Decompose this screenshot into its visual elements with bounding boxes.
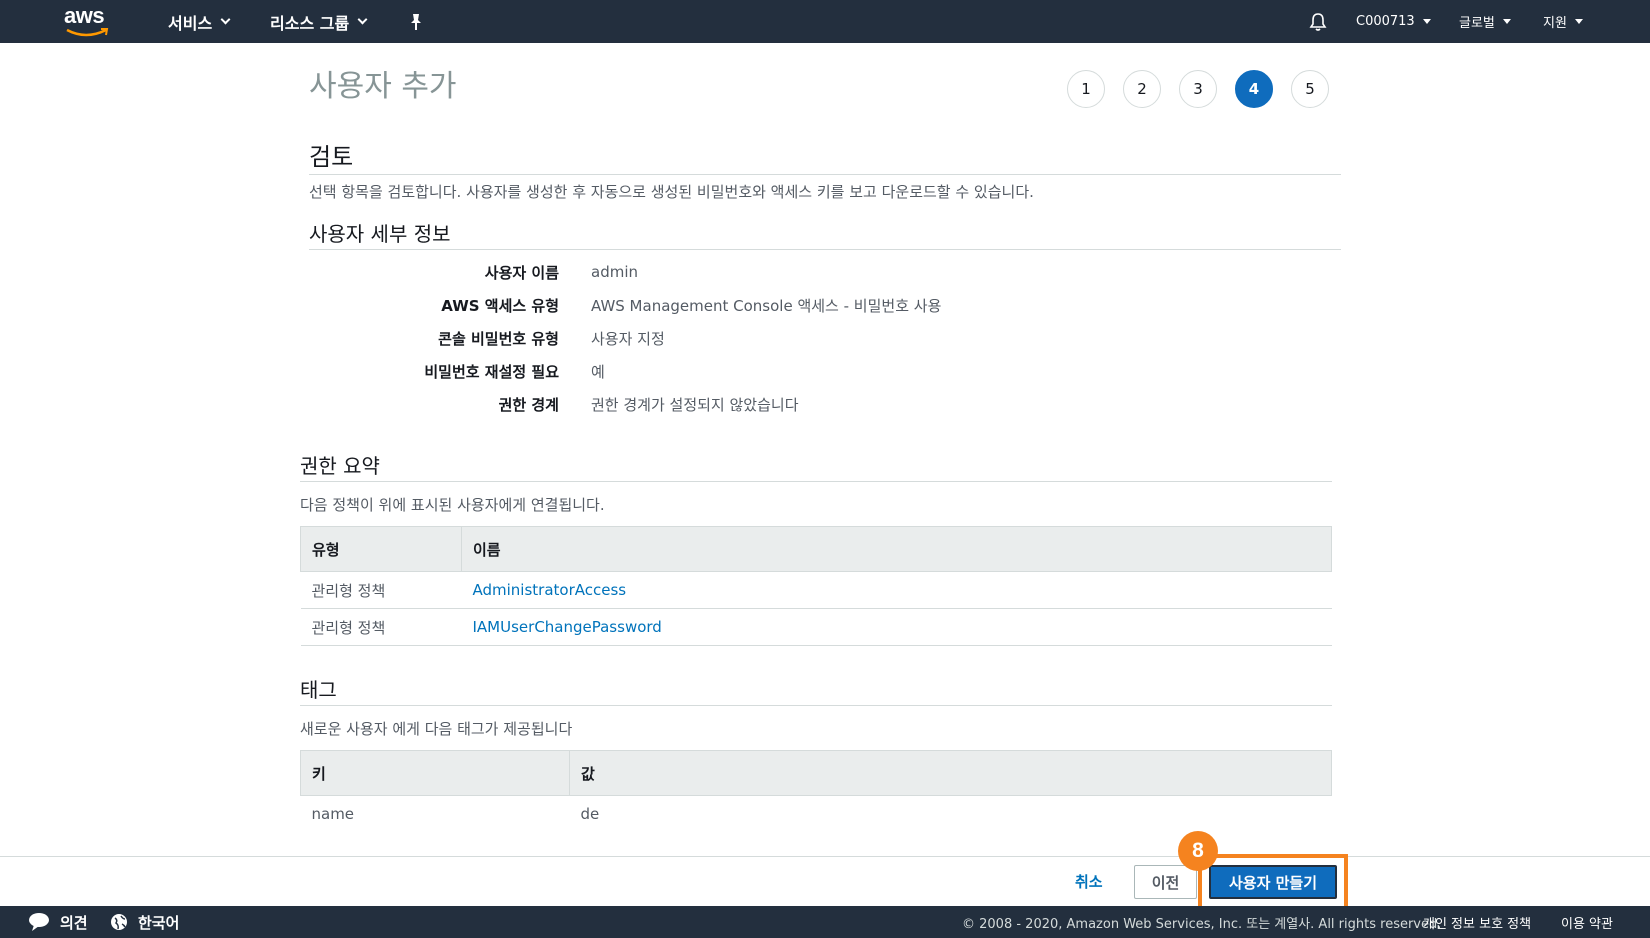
account-label: C000713 bbox=[1356, 14, 1415, 29]
globe-icon bbox=[111, 914, 127, 930]
services-menu[interactable]: 서비스 bbox=[168, 0, 231, 43]
bell-icon[interactable] bbox=[1308, 0, 1328, 43]
table-row: 관리형 정책 AdministratorAccess bbox=[300, 571, 1332, 609]
footer: 의견 한국어 © 2008 - 2020, Amazon Web Service… bbox=[0, 906, 1650, 938]
detail-value-permissions-boundary: 권한 경계가 설정되지 않았습니다 bbox=[591, 396, 799, 414]
tags-description: 새로운 사용자 에게 다음 태그가 제공됩니다 bbox=[300, 720, 573, 738]
privacy-policy-link[interactable]: 개인 정보 보호 정책 bbox=[1423, 906, 1531, 938]
detail-label-username: 사용자 이름 bbox=[484, 264, 559, 282]
speech-bubble-icon bbox=[29, 913, 49, 931]
support-menu[interactable]: 지원 bbox=[1543, 0, 1583, 43]
pin-icon[interactable] bbox=[408, 0, 424, 43]
permissions-description: 다음 정책이 위에 표시된 사용자에게 연결됩니다. bbox=[300, 496, 605, 514]
create-user-button[interactable]: 사용자 만들기 bbox=[1209, 865, 1337, 899]
aws-logo-text: aws bbox=[64, 3, 105, 28]
detail-label-password-reset: 비밀번호 재설정 필요 bbox=[424, 363, 559, 381]
user-details-heading: 사용자 세부 정보 bbox=[309, 222, 451, 246]
wizard-step-3[interactable]: 3 bbox=[1179, 70, 1217, 108]
tags-heading: 태그 bbox=[300, 678, 337, 702]
caret-down-icon bbox=[1574, 19, 1583, 24]
review-heading: 검토 bbox=[309, 143, 354, 171]
page-title: 사용자 추가 bbox=[309, 69, 457, 104]
column-header-value[interactable]: 값 bbox=[569, 750, 1332, 796]
support-label: 지원 bbox=[1543, 16, 1567, 31]
top-navigation: aws 서비스 리소스 그룹 C000713 글로벌 지원 bbox=[0, 0, 1650, 43]
permissions-heading: 권한 요약 bbox=[300, 454, 380, 478]
caret-down-icon bbox=[1502, 19, 1511, 24]
terms-link[interactable]: 이용 약관 bbox=[1561, 906, 1613, 938]
table-row: 관리형 정책 IAMUserChangePassword bbox=[300, 608, 1332, 646]
detail-label-password-type: 콘솔 비밀번호 유형 bbox=[438, 330, 559, 348]
feedback-label: 의견 bbox=[60, 913, 88, 932]
feedback-link[interactable]: 의견 bbox=[28, 906, 88, 938]
cancel-button[interactable]: 취소 bbox=[1075, 871, 1103, 892]
tags-table: 키 값 name de bbox=[300, 750, 1332, 833]
column-header-type[interactable]: 유형 bbox=[300, 526, 462, 572]
step-callout-badge: 8 bbox=[1178, 831, 1218, 871]
divider bbox=[309, 249, 1341, 250]
detail-value-password-reset: 예 bbox=[591, 363, 605, 381]
account-menu[interactable]: C000713 bbox=[1356, 0, 1431, 43]
detail-value-username: admin bbox=[591, 263, 638, 281]
wizard-step-1[interactable]: 1 bbox=[1067, 70, 1105, 108]
wizard-step-5[interactable]: 5 bbox=[1291, 70, 1329, 108]
column-header-key[interactable]: 키 bbox=[300, 750, 570, 796]
chevron-down-icon bbox=[220, 14, 231, 25]
region-menu[interactable]: 글로벌 bbox=[1459, 0, 1511, 43]
aws-logo[interactable]: aws bbox=[64, 5, 112, 39]
wizard-step-4[interactable]: 4 bbox=[1235, 70, 1273, 108]
resource-groups-label: 리소스 그룹 bbox=[270, 13, 350, 33]
language-selector[interactable]: 한국어 bbox=[110, 906, 179, 938]
language-label: 한국어 bbox=[138, 913, 180, 932]
divider bbox=[300, 705, 1332, 706]
chevron-down-icon bbox=[357, 14, 368, 25]
caret-down-icon bbox=[1422, 19, 1431, 24]
previous-button[interactable]: 이전 bbox=[1134, 865, 1197, 899]
services-label: 서비스 bbox=[168, 13, 213, 33]
divider bbox=[300, 481, 1332, 482]
action-bar bbox=[0, 856, 1650, 906]
region-label: 글로벌 bbox=[1459, 16, 1495, 31]
policy-link[interactable]: AdministratorAccess bbox=[461, 571, 1332, 609]
policy-type-cell: 관리형 정책 bbox=[300, 571, 462, 609]
wizard-step-2[interactable]: 2 bbox=[1123, 70, 1161, 108]
detail-value-password-type: 사용자 지정 bbox=[591, 330, 665, 348]
detail-label-permissions-boundary: 권한 경계 bbox=[498, 396, 559, 414]
tag-value-cell: de bbox=[580, 805, 600, 824]
wizard-steps: 1 2 3 4 5 bbox=[1067, 70, 1347, 108]
review-description: 선택 항목을 검토합니다. 사용자를 생성한 후 자동으로 생성된 비밀번호와 … bbox=[309, 183, 1034, 201]
detail-label-access-type: AWS 액세스 유형 bbox=[441, 297, 559, 315]
table-row: name de bbox=[301, 796, 1332, 833]
aws-smile-icon bbox=[66, 28, 109, 37]
column-header-name[interactable]: 이름 bbox=[461, 526, 1332, 572]
policy-link[interactable]: IAMUserChangePassword bbox=[461, 608, 1332, 646]
detail-value-access-type: AWS Management Console 액세스 - 비밀번호 사용 bbox=[591, 297, 942, 315]
divider bbox=[309, 174, 1341, 175]
permissions-table: 유형 이름 관리형 정책 AdministratorAccess 관리형 정책 … bbox=[300, 526, 1332, 646]
copyright-text: © 2008 - 2020, Amazon Web Services, Inc.… bbox=[962, 916, 1442, 932]
resource-groups-menu[interactable]: 리소스 그룹 bbox=[270, 0, 368, 43]
policy-type-cell: 관리형 정책 bbox=[300, 608, 462, 646]
tag-key-cell: name bbox=[311, 805, 355, 824]
